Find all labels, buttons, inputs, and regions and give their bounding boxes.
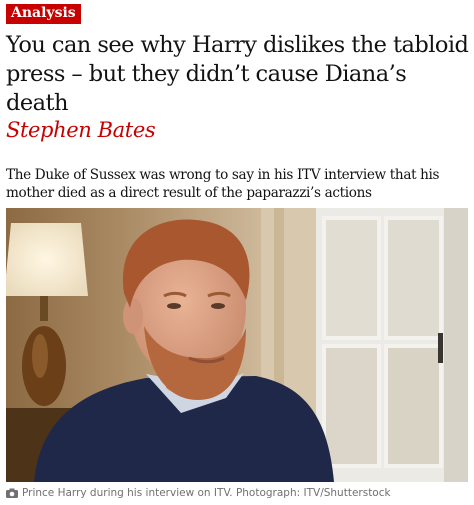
caption-text: Prince Harry during his interview on ITV… (22, 487, 391, 499)
headline[interactable]: You can see why Harry dislikes the tablo… (6, 31, 472, 118)
camera-icon (6, 488, 18, 498)
byline[interactable]: Stephen Bates (6, 117, 156, 144)
photo-caption: Prince Harry during his interview on ITV… (6, 486, 391, 500)
standfirst: The Duke of Sussex was wrong to say in h… (6, 167, 440, 201)
kicker-label[interactable]: Analysis (6, 4, 81, 24)
article-photo (6, 208, 468, 482)
